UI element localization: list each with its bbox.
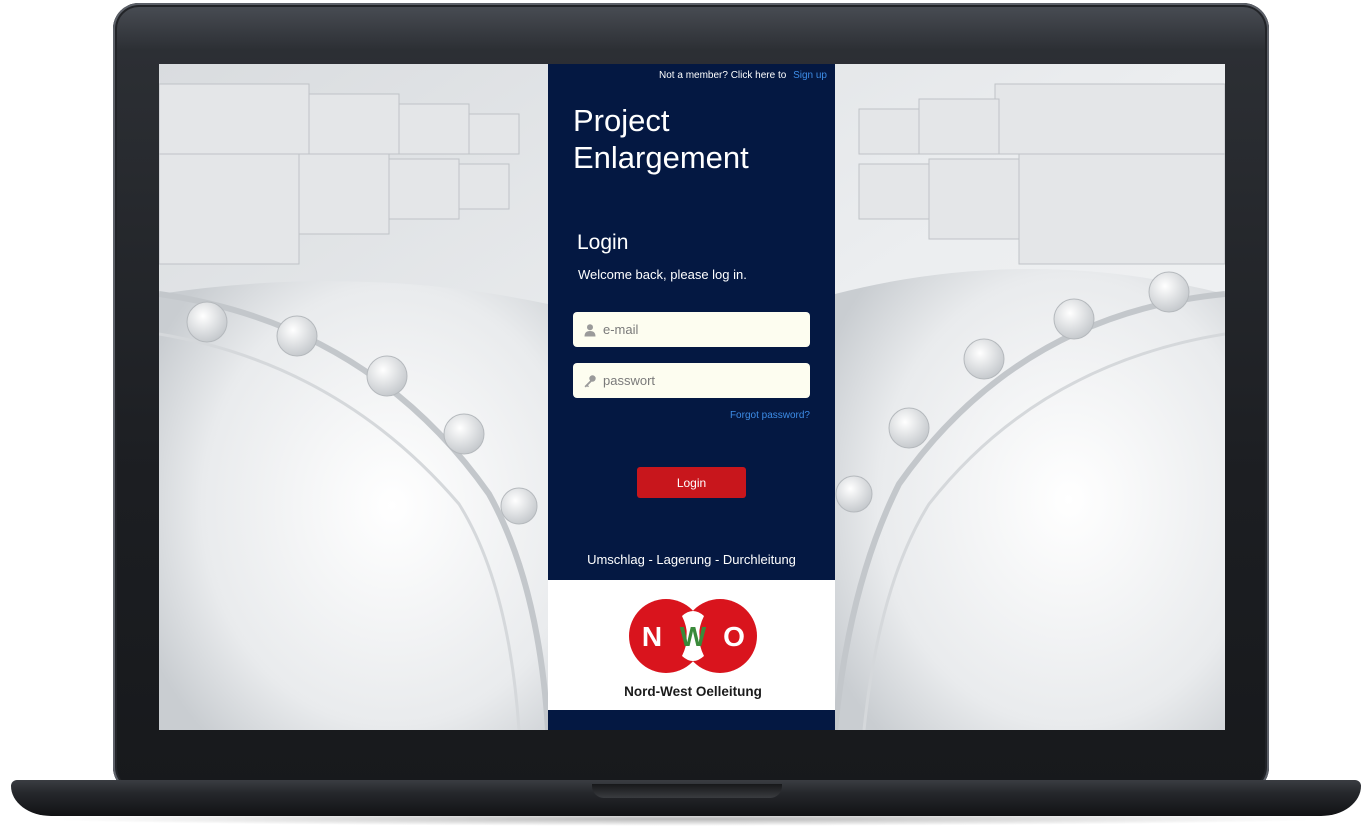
screen: Not a member? Click here to Sign up Proj…: [159, 64, 1225, 730]
tagline: Umschlag - Lagerung - Durchleitung: [587, 552, 796, 567]
login-panel: Not a member? Click here to Sign up Proj…: [548, 64, 835, 730]
logo-letter-o: O: [723, 621, 745, 652]
page-title-line1: Project: [573, 103, 670, 138]
company-logo-area: N W O Nord-West Oelleitung: [548, 580, 835, 710]
login-button[interactable]: Login: [637, 467, 746, 498]
signup-prompt: Not a member? Click here to: [659, 70, 787, 81]
email-input[interactable]: [603, 322, 793, 337]
logo-letter-n: N: [642, 621, 662, 652]
email-field-container: [573, 312, 810, 347]
laptop-notch: [592, 784, 782, 798]
login-heading: Login: [577, 231, 629, 254]
page-title-line2: Enlargement: [573, 140, 749, 175]
signup-prompt-row: Not a member? Click here to Sign up: [659, 70, 827, 81]
key-icon: [584, 374, 596, 387]
nwo-logo: N W O Nord-West Oelleitung: [624, 599, 762, 699]
welcome-text: Welcome back, please log in.: [578, 267, 747, 282]
signup-link[interactable]: Sign up: [793, 70, 827, 81]
password-input[interactable]: [603, 373, 793, 388]
logo-letter-w: W: [680, 621, 707, 652]
logo-company-name: Nord-West Oelleitung: [624, 684, 762, 699]
forgot-password-link[interactable]: Forgot password?: [730, 410, 810, 421]
page-title: Project Enlargement: [573, 102, 823, 176]
user-icon: [584, 323, 596, 336]
password-field-container: [573, 363, 810, 398]
